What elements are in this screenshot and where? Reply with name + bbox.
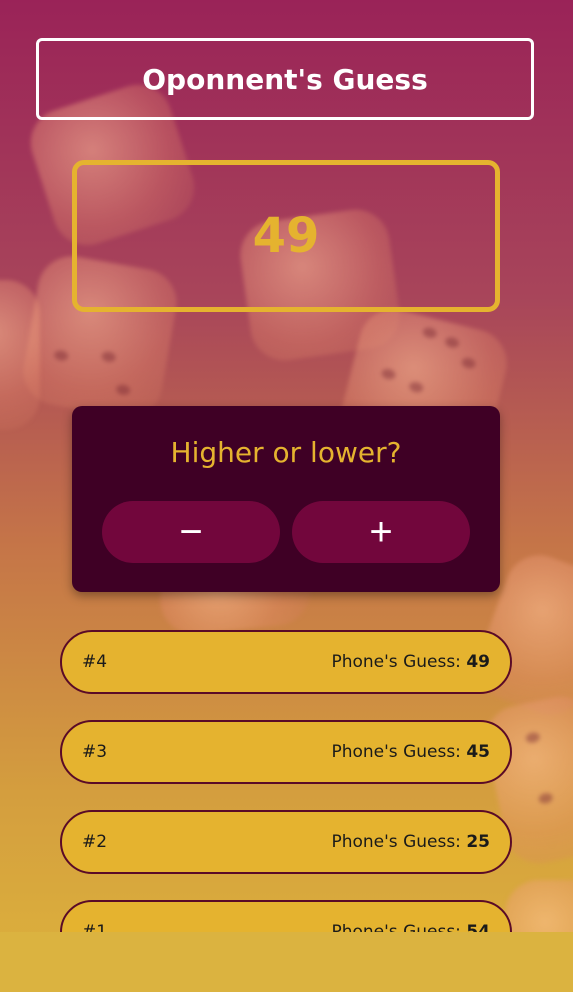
current-guess-display: 49 <box>72 160 500 312</box>
list-item: #2 Phone's Guess: 25 <box>60 810 512 874</box>
list-item: #4 Phone's Guess: 49 <box>60 630 512 694</box>
list-item: #3 Phone's Guess: 45 <box>60 720 512 784</box>
phone-guess: Phone's Guess: 25 <box>331 832 490 852</box>
minus-icon: − <box>179 509 203 554</box>
phone-guess: Phone's Guess: 49 <box>331 652 490 672</box>
opponent-guess-title-box: Oponnent's Guess <box>36 38 534 120</box>
bottom-fade <box>0 932 573 992</box>
round-number: #3 <box>82 742 108 762</box>
round-number: #4 <box>82 652 108 672</box>
round-number: #2 <box>82 832 108 852</box>
guess-log-list[interactable]: #4 Phone's Guess: 49 #3 Phone's Guess: 4… <box>60 630 512 932</box>
round-number: #1 <box>82 922 108 932</box>
higher-lower-card: Higher or lower? − + <box>72 406 500 592</box>
phone-guess: Phone's Guess: 45 <box>331 742 490 762</box>
higher-button[interactable]: + <box>292 501 470 563</box>
list-item: #1 Phone's Guess: 54 <box>60 900 512 932</box>
page-title: Oponnent's Guess <box>142 62 428 96</box>
lower-button[interactable]: − <box>102 501 280 563</box>
current-guess-number: 49 <box>252 208 320 264</box>
phone-guess: Phone's Guess: 54 <box>331 922 490 932</box>
higher-lower-prompt: Higher or lower? <box>170 436 402 469</box>
plus-icon: + <box>369 509 393 554</box>
